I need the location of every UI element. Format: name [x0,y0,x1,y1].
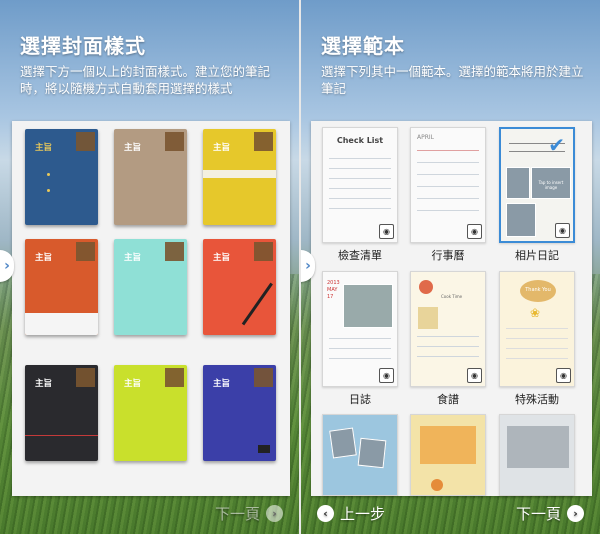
card-heading: APRIL [417,134,435,141]
template-option-7[interactable] [322,414,398,496]
card-heading: Thank You [520,280,556,302]
card-heading: Cook Time [441,294,463,299]
template-card: ✔ Tap to insert image ◉ [499,127,575,243]
cover-label: 主旨 [213,379,231,389]
card-heading: 2013 MAY 17 [327,280,340,300]
chevron-right-icon: › [567,505,584,522]
next-label: 下一頁 [214,505,260,523]
preview-icon: ◉ [379,224,394,239]
chevron-right-icon: › [266,505,283,522]
page-title: 選擇封面樣式 [20,34,146,58]
template-card: Check List ◉ [322,127,398,243]
template-name: 特殊活動 [515,393,559,406]
template-card [410,414,486,496]
template-name: 行事曆 [431,249,465,262]
ribbon-icon: ❀ [530,306,541,320]
cover-label: 主旨 [213,253,231,263]
template-grid-panel: Check List ◉ 檢查清單 APRIL ◉ 行事曆 ✔ Tap to i… [311,121,592,496]
cover-option-5[interactable]: 主旨 [114,239,187,335]
template-journal[interactable]: 2013 MAY 17 ◉ 日誌 [322,271,398,406]
template-check-list[interactable]: Check List ◉ 檢查清單 [322,127,398,262]
template-calendar[interactable]: APRIL ◉ 行事曆 [410,127,486,262]
check-icon: ✔ [548,133,565,157]
preview-icon: ◉ [467,368,482,383]
page-title: 選擇範本 [321,34,405,58]
template-name: 食譜 [437,393,459,406]
template-card: Thank You ❀ ◉ [499,271,575,387]
cover-label: 主旨 [35,143,53,153]
cover-style-screen: 選擇封面樣式 選擇下方一個以上的封面樣式。建立您的筆記時，將以隨機方式自動套用選… [0,0,299,534]
chevron-left-icon: ‹ [317,505,334,522]
next-label: 下一頁 [515,505,561,523]
cover-option-7[interactable]: 主旨 [25,365,98,461]
cover-option-6[interactable]: 主旨 [203,239,276,335]
cover-option-4[interactable]: 主旨 [25,239,98,335]
template-card [499,414,575,496]
cover-label: 主旨 [213,143,231,153]
previous-label: 上一步 [340,505,386,523]
next-button[interactable]: 下一頁 › [516,503,584,524]
template-card: 2013 MAY 17 ◉ [322,271,398,387]
preview-icon: ◉ [467,224,482,239]
template-card: APRIL ◉ [410,127,486,243]
template-option-9[interactable] [499,414,575,496]
page-subtitle: 選擇下列其中一個範本。選擇的範本將用於建立筆記 [321,64,584,96]
preview-icon: ◉ [555,223,570,238]
cover-grid-panel: 主旨 主旨 主旨 主旨 主旨 主旨 主旨 主旨 主旨 [12,121,290,496]
cover-label: 主旨 [124,379,142,389]
chevron-right-icon: › [305,258,311,274]
cover-label: 主旨 [124,143,142,153]
cover-label: 主旨 [35,379,53,389]
previous-button[interactable]: ‹ 上一步 [317,503,385,524]
card-heading: Tap to insert image [531,167,571,199]
cover-option-3[interactable]: 主旨 [203,129,276,225]
template-screen: 選擇範本 選擇下列其中一個範本。選擇的範本將用於建立筆記 Check List … [301,0,600,534]
template-name: 相片日記 [515,249,559,262]
page-subtitle: 選擇下方一個以上的封面樣式。建立您的筆記時，將以隨機方式自動套用選擇的樣式 [20,64,271,96]
template-option-8[interactable] [410,414,486,496]
cover-option-9[interactable]: 主旨 [203,365,276,461]
preview-icon: ◉ [556,368,571,383]
cover-label: 主旨 [35,253,53,263]
cover-label: 主旨 [124,253,142,263]
template-name: 日誌 [349,393,371,406]
cover-option-8[interactable]: 主旨 [114,365,187,461]
chevron-right-icon: › [4,258,10,274]
template-recipe[interactable]: Cook Time ◉ 食譜 [410,271,486,406]
card-heading: Check List [336,136,384,145]
next-button[interactable]: 下一頁 › [215,503,283,524]
preview-icon: ◉ [379,368,394,383]
template-card: Cook Time ◉ [410,271,486,387]
template-special-event[interactable]: Thank You ❀ ◉ 特殊活動 [499,271,575,406]
template-photo-diary[interactable]: ✔ Tap to insert image ◉ 相片日記 [499,127,575,262]
cover-option-1[interactable]: 主旨 [25,129,98,225]
cover-option-2[interactable]: 主旨 [114,129,187,225]
template-card [322,414,398,496]
template-name: 檢查清單 [338,249,382,262]
